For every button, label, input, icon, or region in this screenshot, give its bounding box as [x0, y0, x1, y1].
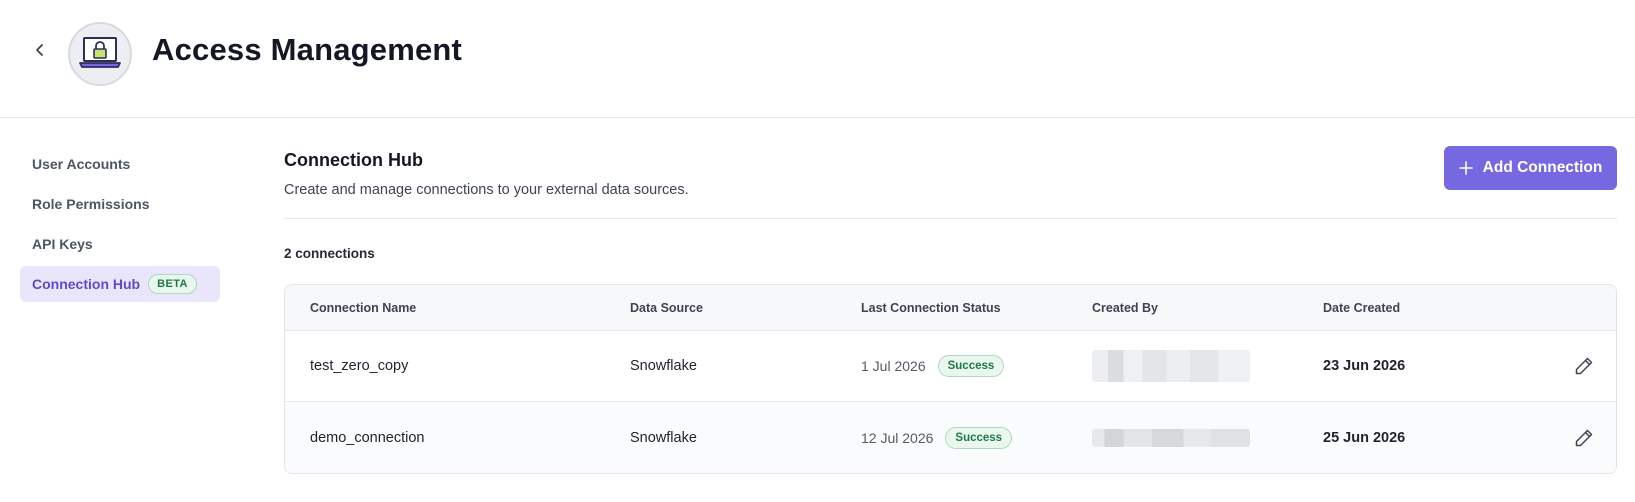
- sidebar-item-label: API Keys: [32, 236, 93, 252]
- connection-count: 2 connections: [284, 246, 375, 261]
- column-header-created-by[interactable]: Created By: [1092, 301, 1323, 315]
- connection-name: demo_connection: [310, 429, 425, 446]
- redacted-user: [1092, 350, 1250, 382]
- column-header-date-created[interactable]: Date Created: [1323, 301, 1523, 315]
- status-date: 1 Jul 2026: [861, 358, 926, 374]
- table-row[interactable]: demo_connection Snowflake 12 Jul 2026 Su…: [285, 402, 1616, 473]
- row-actions: [1523, 426, 1616, 450]
- section-divider: [284, 218, 1617, 219]
- section-title: Connection Hub: [284, 150, 423, 170]
- sidebar-item-api-keys[interactable]: API Keys: [20, 226, 220, 262]
- connection-name: test_zero_copy: [310, 358, 409, 374]
- connections-table: Connection Name Data Source Last Connect…: [284, 284, 1617, 474]
- app-avatar: [68, 22, 132, 86]
- plus-icon: [1458, 161, 1473, 175]
- section-description: Create and manage connections to your ex…: [284, 182, 689, 198]
- last-connection-status: 1 Jul 2026 Success: [861, 355, 1092, 377]
- edit-button[interactable]: [1572, 426, 1596, 450]
- pencil-icon: [1575, 357, 1593, 375]
- pencil-icon: [1575, 429, 1593, 446]
- status-badge: Success: [945, 426, 1013, 449]
- data-source: Snowflake: [630, 429, 697, 446]
- date-created: 23 Jun 2026: [1323, 358, 1406, 374]
- sidebar-item-label: Connection Hub: [32, 276, 141, 292]
- sidebar-nav: User Accounts Role Permissions API Keys …: [20, 146, 220, 306]
- row-actions: [1523, 354, 1616, 378]
- back-button[interactable]: [28, 38, 52, 62]
- add-connection-label: Add Connection: [1482, 159, 1603, 176]
- sidebar-item-connection-hub[interactable]: Connection Hub BETA: [20, 266, 220, 302]
- status-date: 12 Jul 2026: [861, 429, 934, 446]
- page-header: Access Management: [0, 0, 1635, 118]
- created-by: [1092, 350, 1323, 382]
- table-row[interactable]: test_zero_copy Snowflake 1 Jul 2026 Succ…: [285, 331, 1616, 402]
- column-header-last-connection-status[interactable]: Last Connection Status: [861, 301, 1092, 315]
- sidebar-item-label: User Accounts: [32, 156, 131, 172]
- laptop-lock-icon: [79, 37, 121, 68]
- sidebar-item-label: Role Permissions: [32, 196, 150, 212]
- column-header-data-source[interactable]: Data Source: [630, 301, 861, 315]
- date-created: 25 Jun 2026: [1323, 429, 1406, 446]
- page-title: Access Management: [152, 32, 463, 67]
- table-header: Connection Name Data Source Last Connect…: [285, 285, 1616, 331]
- column-header-connection-name[interactable]: Connection Name: [285, 301, 630, 315]
- status-badge: Success: [937, 355, 1005, 377]
- add-connection-button[interactable]: Add Connection: [1444, 146, 1617, 190]
- beta-badge: BETA: [148, 274, 197, 294]
- redacted-user: [1092, 428, 1250, 447]
- last-connection-status: 12 Jul 2026 Success: [861, 426, 1092, 449]
- edit-button[interactable]: [1572, 354, 1596, 378]
- sidebar-item-user-accounts[interactable]: User Accounts: [20, 146, 220, 182]
- chevron-left-icon: [36, 44, 43, 56]
- created-by: [1092, 428, 1323, 447]
- data-source: Snowflake: [630, 358, 697, 374]
- sidebar-item-role-permissions[interactable]: Role Permissions: [20, 186, 220, 222]
